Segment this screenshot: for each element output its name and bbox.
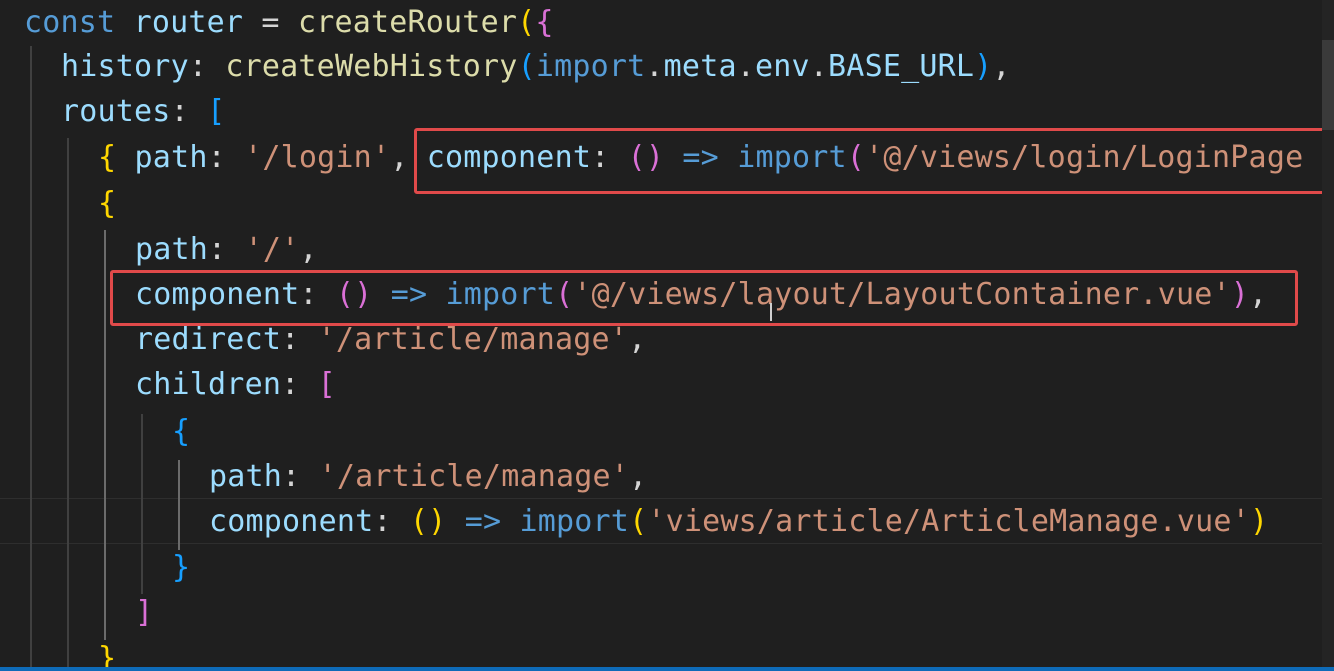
code-token: {	[535, 5, 554, 40]
code-token: )	[974, 49, 993, 84]
code-token: .	[645, 49, 664, 84]
code-line-14[interactable]: ]	[135, 590, 153, 636]
indent-guide	[104, 230, 106, 640]
text-cursor	[770, 303, 772, 321]
code-token: env	[754, 49, 810, 84]
highlight-box-layout-component	[110, 270, 1298, 326]
status-bar	[0, 667, 1334, 671]
code-token: (	[517, 49, 536, 84]
code-token: .	[809, 49, 829, 84]
code-token: '/article/manage'	[318, 459, 630, 494]
code-token: const	[24, 5, 116, 40]
code-token: routes	[61, 94, 171, 129]
indent-guide	[141, 414, 143, 594]
highlight-box-login-component	[414, 128, 1326, 194]
code-token: '/'	[244, 232, 300, 267]
code-line-6[interactable]: path: '/',	[135, 227, 318, 273]
code-token: component	[209, 504, 374, 539]
code-token: redirect	[135, 322, 282, 357]
code-token: :	[207, 140, 245, 175]
code-token: ,	[628, 322, 647, 357]
scrollbar-thumb[interactable]	[1322, 40, 1334, 130]
code-token: '/login'	[244, 140, 391, 175]
code-token: :	[373, 504, 410, 539]
code-token: import	[519, 504, 630, 539]
code-token: :	[282, 459, 319, 494]
code-token: ,	[629, 459, 648, 494]
code-line-13[interactable]: }	[172, 545, 190, 591]
code-line-5[interactable]: {	[98, 181, 116, 227]
code-token: meta	[663, 49, 737, 84]
code-token: .	[736, 49, 755, 84]
code-token: path	[209, 459, 283, 494]
code-token: }	[172, 550, 191, 585]
code-token: =	[243, 5, 298, 40]
code-token: path	[134, 140, 208, 175]
code-token: )	[1249, 504, 1269, 539]
code-token: createWebHistory	[225, 49, 518, 84]
code-token: :	[208, 232, 245, 267]
code-editor[interactable]: const router = createRouter({ history: c…	[0, 0, 1334, 671]
code-token: 'views/article/ArticleManage.vue'	[647, 504, 1250, 539]
code-token: router	[133, 5, 244, 40]
code-token: history	[61, 49, 189, 84]
code-token: :	[281, 367, 318, 402]
code-token: [	[317, 367, 336, 402]
code-token: [	[207, 94, 226, 129]
code-line-1[interactable]: const router = createRouter({	[24, 0, 554, 46]
code-token: (	[517, 5, 536, 40]
code-token: {	[172, 414, 191, 449]
code-token: :	[281, 322, 318, 357]
code-line-10[interactable]: {	[172, 409, 190, 455]
code-line-11[interactable]: path: '/article/manage',	[209, 454, 647, 500]
code-line-2[interactable]: history: createWebHistory(import.meta.en…	[61, 44, 1011, 90]
code-token: (	[629, 504, 648, 539]
code-line-3[interactable]: routes: [	[61, 89, 225, 135]
code-token: ()	[409, 504, 447, 539]
code-token: BASE_URL	[828, 49, 975, 84]
indent-guide	[178, 460, 180, 550]
code-token: ]	[135, 595, 154, 630]
code-token: ,	[992, 49, 1011, 84]
indent-guide	[30, 46, 32, 671]
code-token: {	[98, 140, 117, 175]
code-line-9[interactable]: children: [	[135, 362, 336, 408]
vertical-scrollbar[interactable]	[1322, 0, 1334, 671]
code-token: children	[135, 367, 282, 402]
code-token: '/article/manage'	[317, 322, 629, 357]
code-token: path	[135, 232, 209, 267]
code-token: createRouter	[297, 5, 518, 40]
code-token: {	[98, 186, 117, 221]
code-token: :	[188, 49, 226, 84]
indent-guide	[67, 138, 69, 671]
code-line-15[interactable]: }	[98, 636, 116, 671]
code-token: ,	[299, 232, 318, 267]
code-token: =>	[464, 504, 502, 539]
code-token: :	[170, 94, 208, 129]
code-line-12[interactable]: component: () => import('views/article/A…	[209, 499, 1268, 545]
code-token: import	[535, 49, 646, 84]
